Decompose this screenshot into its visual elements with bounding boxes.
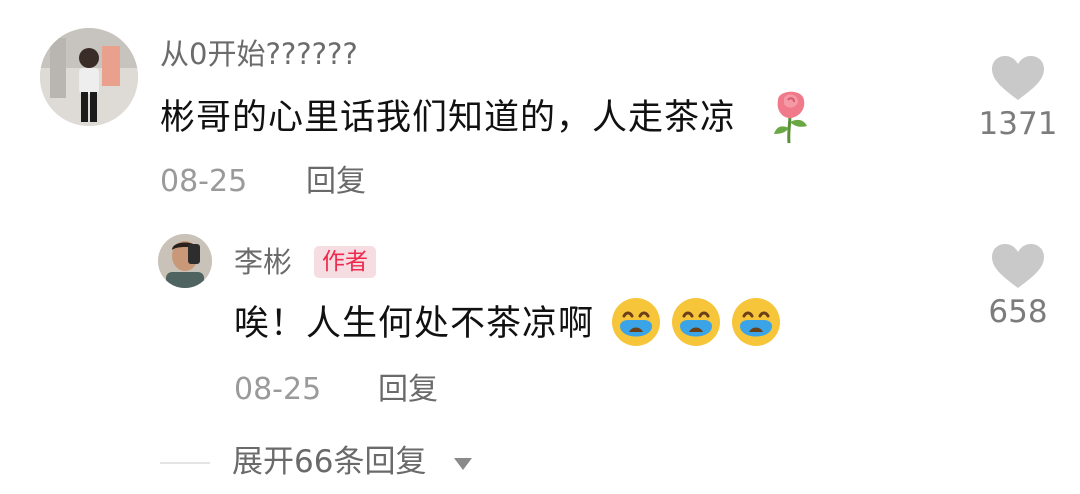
author-avatar[interactable] xyxy=(158,234,212,288)
comment-text-body: 彬哥的心里话我们知道的，人走茶凉 xyxy=(160,98,737,138)
author-username[interactable]: 李彬 xyxy=(234,244,292,280)
expand-replies-button[interactable]: 展开66条回复 xyxy=(232,443,426,481)
comment-like-count: 1371 xyxy=(978,106,1058,142)
comment-like-heart-icon[interactable] xyxy=(992,56,1044,102)
commenter-avatar[interactable] xyxy=(40,28,138,126)
reply-text: 唉！人生何处不茶凉啊 xyxy=(234,302,594,346)
rose-icon xyxy=(774,91,807,144)
reply-date: 08-25 xyxy=(234,372,322,407)
reply-reply-button[interactable]: 回复 xyxy=(378,372,438,408)
commenter-username[interactable]: 从0开始?????? xyxy=(160,36,358,72)
crying-face-icon xyxy=(672,298,720,346)
reply-like-heart-icon[interactable] xyxy=(992,244,1044,290)
expand-divider xyxy=(160,462,210,464)
crying-face-icon xyxy=(732,298,780,346)
author-badge: 作者 xyxy=(314,246,376,278)
crying-face-icon xyxy=(612,298,660,346)
comment-date: 08-25 xyxy=(160,164,248,199)
reply-like-count: 658 xyxy=(988,294,1048,330)
comment-thread: 从0开始?????? 彬哥的心里话我们知道的，人走茶凉 08-25 回复 137… xyxy=(0,0,1080,494)
reply-text-body: 唉！人生何处不茶凉啊 xyxy=(234,304,595,344)
comment-text: 彬哥的心里话我们知道的，人走茶凉 xyxy=(160,96,736,140)
chevron-down-icon[interactable] xyxy=(452,456,474,472)
comment-reply-button[interactable]: 回复 xyxy=(306,164,366,200)
